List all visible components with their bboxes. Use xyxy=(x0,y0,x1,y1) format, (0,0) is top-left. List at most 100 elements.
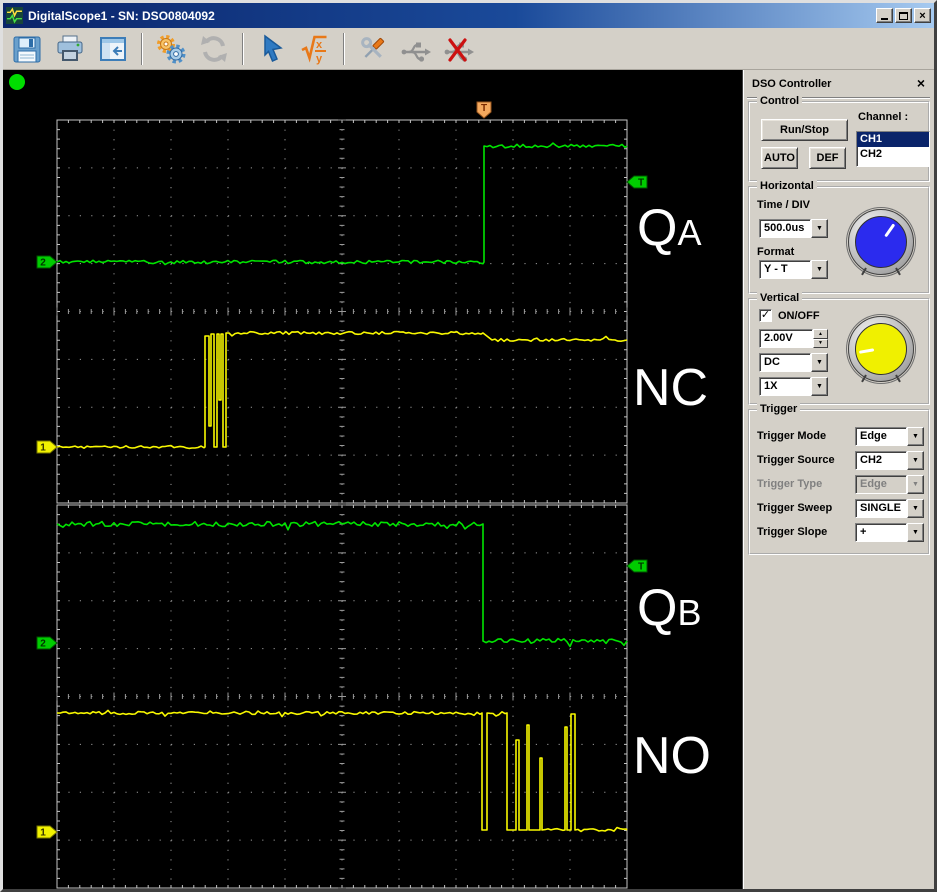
svg-text:y: y xyxy=(316,53,323,65)
trace-label-no: NO xyxy=(633,727,711,785)
run-stop-button[interactable]: Run/Stop xyxy=(761,119,848,141)
trigger-position-marker[interactable]: T xyxy=(476,101,492,119)
dropdown-arrow-icon[interactable] xyxy=(907,451,924,470)
probe-select[interactable]: 1X xyxy=(759,377,828,396)
toolbar-separator xyxy=(141,32,143,65)
panel-close-icon[interactable]: × xyxy=(917,75,925,91)
trace-label-nc: NC xyxy=(633,359,709,417)
app-icon xyxy=(6,7,23,24)
panel-layout-button[interactable] xyxy=(95,31,131,67)
save-button[interactable] xyxy=(9,31,45,67)
trigger-mode-select[interactable]: Edge xyxy=(855,427,924,446)
control-legend: Control xyxy=(757,95,803,107)
toolbar: xy xyxy=(3,28,934,70)
refresh-button[interactable] xyxy=(196,31,232,67)
channel-label: Channel : xyxy=(858,111,909,123)
dropdown-arrow-icon[interactable] xyxy=(907,499,924,518)
math-icon: xy xyxy=(301,35,327,65)
toolbar-separator xyxy=(242,32,244,65)
title-bar[interactable]: DigitalScope1 - SN: DSO0804092 × xyxy=(3,3,934,28)
channel-option-ch1[interactable]: CH1 xyxy=(857,132,929,147)
acquisition-status-light xyxy=(9,74,25,90)
svg-text:T: T xyxy=(638,562,644,573)
trace-label-qa: QA xyxy=(637,199,702,257)
tools-button[interactable] xyxy=(355,31,391,67)
horizontal-group: Horizontal Time / DIV 500.0us Format Y -… xyxy=(748,180,930,294)
trigger-mode-label: Trigger Mode xyxy=(757,430,827,442)
svg-text:2: 2 xyxy=(40,258,46,269)
tools-icon xyxy=(361,36,385,58)
trigger-source-select[interactable]: CH2 xyxy=(855,451,924,470)
auto-button[interactable]: AUTO xyxy=(761,147,798,169)
ch1-position-marker-top[interactable]: 1 xyxy=(36,440,58,454)
dropdown-arrow-icon[interactable] xyxy=(811,377,828,396)
trigger-sweep-select[interactable]: SINGLE xyxy=(855,499,924,518)
panel-title: DSO Controller xyxy=(752,78,832,90)
ch1-trace-bottom xyxy=(56,709,628,833)
knob-pointer xyxy=(859,348,875,355)
format-select[interactable]: Y - T xyxy=(759,260,828,279)
ch2-position-marker-top[interactable]: 2 xyxy=(36,255,58,269)
trigger-slope-select[interactable]: + xyxy=(855,523,924,542)
onoff-label: ON/OFF xyxy=(778,310,820,322)
control-group: Control Run/Stop AUTO DEF Channel : CH1 C… xyxy=(748,95,930,182)
graticule xyxy=(56,119,628,504)
dropdown-arrow-icon[interactable] xyxy=(811,219,828,238)
def-button[interactable]: DEF xyxy=(809,147,846,169)
scope-display: T T 2 1 T 2 1 QA NC QB NO xyxy=(3,70,742,889)
usb-disconnect-icon xyxy=(444,37,474,62)
ch2-position-marker-bottom[interactable]: 2 xyxy=(36,636,58,650)
volt-scale-spinner[interactable]: 2.00V xyxy=(759,329,828,348)
dropdown-arrow-icon xyxy=(907,475,924,494)
format-label: Format xyxy=(757,246,795,258)
ch1-position-marker-bottom[interactable]: 1 xyxy=(36,825,58,839)
maximize-button[interactable] xyxy=(895,8,912,23)
trigger-group: Trigger Trigger Mode Edge Trigger Source CH… xyxy=(748,403,930,555)
cursor-icon xyxy=(264,34,283,62)
math-button[interactable]: xy xyxy=(297,31,333,67)
ch2-trace-top xyxy=(56,142,628,266)
vertical-knob[interactable] xyxy=(846,314,916,384)
coupling-select[interactable]: DC xyxy=(759,353,828,372)
settings-button[interactable] xyxy=(153,31,189,67)
close-button[interactable]: × xyxy=(914,8,931,23)
minimize-button[interactable] xyxy=(876,8,893,23)
time-div-label: Time / DIV xyxy=(757,199,810,211)
cursor-button[interactable] xyxy=(254,31,290,67)
usb-disconnect-button[interactable] xyxy=(441,31,477,67)
spin-down-icon[interactable] xyxy=(813,338,828,348)
dropdown-arrow-icon[interactable] xyxy=(811,353,828,372)
svg-text:2: 2 xyxy=(40,639,46,650)
svg-text:x: x xyxy=(316,39,323,51)
svg-text:T: T xyxy=(481,103,487,114)
scope-canvas: T T 2 1 T 2 1 xyxy=(9,74,648,889)
horizontal-legend: Horizontal xyxy=(757,180,817,192)
channel-option-ch2[interactable]: CH2 xyxy=(857,147,929,162)
trigger-level-marker-bottom[interactable]: T xyxy=(626,559,648,573)
usb-connect-button[interactable] xyxy=(398,31,434,67)
trigger-legend: Trigger xyxy=(757,403,801,415)
print-button[interactable] xyxy=(52,31,88,67)
onoff-checkbox[interactable]: ✓ xyxy=(759,309,772,322)
save-icon xyxy=(13,36,41,62)
time-div-select[interactable]: 500.0us xyxy=(759,219,828,238)
trigger-source-label: Trigger Source xyxy=(757,454,835,466)
vertical-group: Vertical ✓ ON/OFF 2.00V DC 1X xyxy=(748,292,930,405)
settings-icon xyxy=(157,34,186,63)
print-icon xyxy=(57,35,83,61)
channel-listbox[interactable]: CH1 CH2 xyxy=(856,131,930,167)
spin-up-icon[interactable] xyxy=(813,329,828,339)
close-icon: × xyxy=(919,9,926,22)
horizontal-knob[interactable] xyxy=(846,207,916,277)
trigger-sweep-label: Trigger Sweep xyxy=(757,502,833,514)
refresh-icon xyxy=(201,35,227,62)
dropdown-arrow-icon[interactable] xyxy=(907,523,924,542)
vertical-legend: Vertical xyxy=(757,292,803,304)
minimize-icon xyxy=(881,18,888,20)
usb-connect-icon xyxy=(401,42,431,62)
trigger-slope-label: Trigger Slope xyxy=(757,526,828,538)
trigger-type-select: Edge xyxy=(855,475,924,494)
dropdown-arrow-icon[interactable] xyxy=(811,260,828,279)
trigger-level-marker-top[interactable]: T xyxy=(626,175,648,189)
dropdown-arrow-icon[interactable] xyxy=(907,427,924,446)
